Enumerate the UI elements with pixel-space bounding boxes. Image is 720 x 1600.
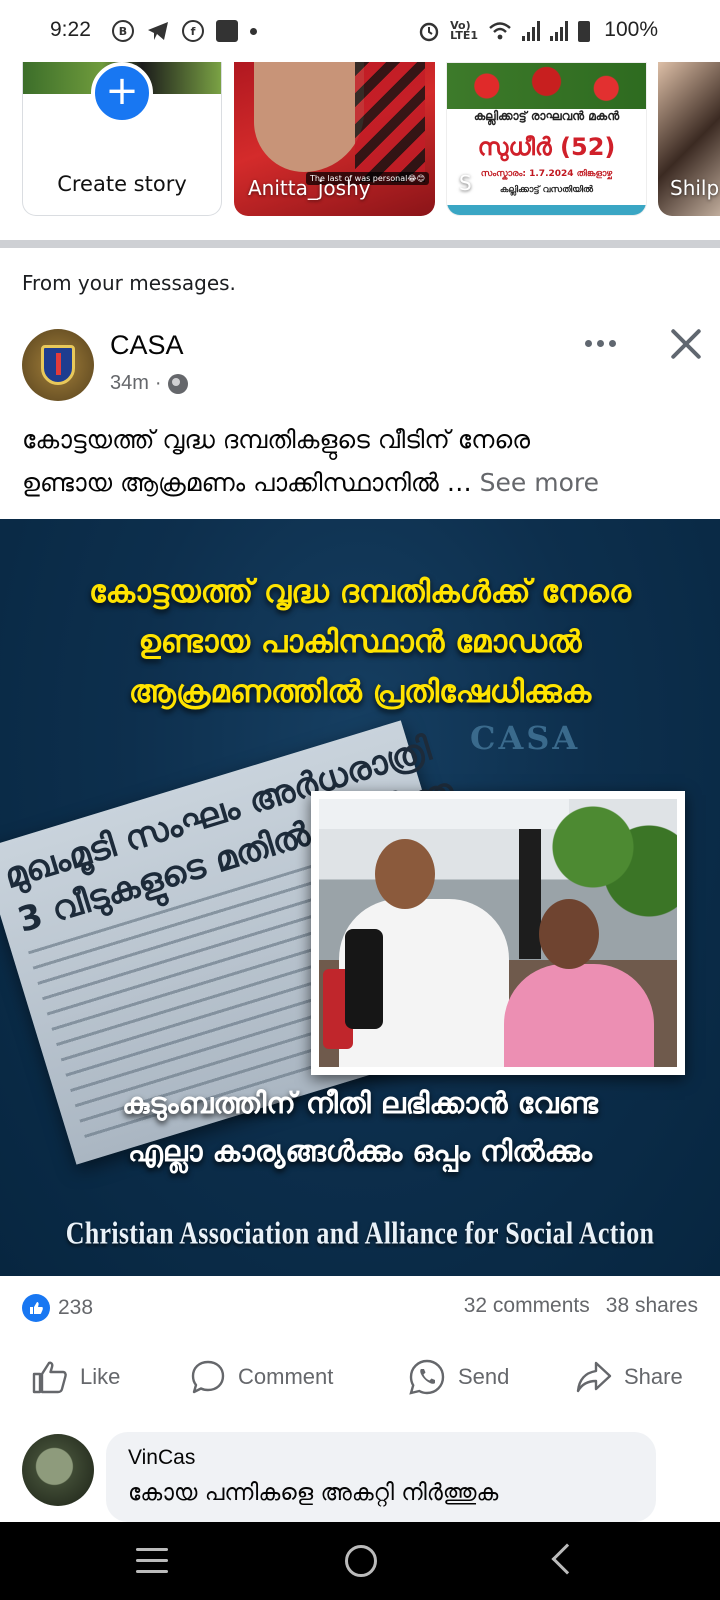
stories-row: + Create story The last of was personal😂… [0, 62, 720, 238]
comment-button[interactable]: Comment [190, 1352, 333, 1402]
more-options-button[interactable] [578, 326, 622, 360]
comment-icon [191, 1360, 225, 1394]
watermark-logo: CASA [470, 719, 581, 757]
casa-logo-icon [41, 345, 75, 385]
send-button[interactable]: Send [408, 1352, 509, 1402]
send-label: Send [458, 1364, 510, 1389]
facebook-icon: f [182, 20, 204, 42]
poster-name: സുധീർ (52) [477, 133, 616, 161]
status-time: 9:22 [50, 18, 91, 41]
status-bar: 9:22 B f Vo) LTE1 100% [0, 0, 720, 62]
microphone-icon [345, 929, 383, 1029]
story-card-shilp[interactable]: Shilp [658, 62, 720, 216]
image-footer: Christian Association and Alliance for S… [65, 1216, 655, 1251]
post-time: 34m [110, 372, 149, 394]
interview-photo [311, 791, 685, 1075]
story-author-name: S [459, 171, 472, 195]
caption-text: ഉണ്ടായ ആക്രമണം പാക്കിസ്ഥാനിൽ … [22, 468, 472, 497]
see-more-link[interactable]: See more [480, 468, 599, 497]
recent-apps-icon[interactable] [136, 1548, 168, 1574]
signal-icon [550, 21, 568, 41]
home-icon[interactable] [345, 1545, 377, 1577]
notification-icons: B f [112, 20, 257, 42]
create-story-label: Create story [57, 172, 187, 196]
post-actions: Like Comment Send Share [0, 1352, 720, 1402]
dot-icon [250, 27, 257, 35]
plus-icon[interactable]: + [91, 62, 153, 124]
android-nav-bar [0, 1522, 720, 1600]
back-icon[interactable] [551, 1543, 583, 1575]
post-author[interactable]: CASA [110, 330, 184, 361]
like-button[interactable]: Like [32, 1352, 120, 1402]
wifi-icon [489, 22, 511, 40]
b-icon: B [112, 20, 134, 42]
story-author-name: Anitta_joshy [248, 176, 371, 200]
volte-icon: Vo) LTE1 [450, 19, 478, 42]
close-icon[interactable] [666, 324, 706, 364]
comment-bubble[interactable]: VinCas കോയ പന്നികളെ അകറ്റി നിർത്തുക [106, 1432, 656, 1522]
like-reaction-icon [22, 1294, 50, 1322]
commenter-name[interactable]: VinCas [128, 1446, 195, 1470]
story-author-name: Shilp [670, 176, 720, 200]
story-card-obituary[interactable]: കല്ലിക്കാട്ട് രാഘവൻ മകൻ സുധീർ (52) സംസ്ക… [446, 62, 647, 216]
thumbs-up-icon [32, 1361, 67, 1394]
page-avatar[interactable] [22, 329, 94, 401]
commenter-avatar[interactable] [22, 1434, 94, 1506]
create-story-card[interactable]: + Create story [22, 62, 222, 216]
system-icons: Vo) LTE1 [418, 20, 590, 42]
reaction-count: 238 [58, 1296, 94, 1319]
post-source-label: From your messages. [22, 271, 236, 295]
telegram-icon [148, 22, 168, 40]
post-image[interactable]: കോട്ടയത്ത് വൃദ്ധ ദമ്പതികൾക്ക് നേരെ ഉണ്ടാ… [0, 519, 720, 1276]
post-meta: 34m · [110, 372, 188, 395]
whatsapp-icon [409, 1359, 445, 1395]
engagement-counts: 32 comments 38 shares [464, 1294, 698, 1318]
share-icon [576, 1361, 612, 1393]
post-caption: കോട്ടയത്ത് വൃദ്ധ ദമ്പതികളുടെ വീടിന് നേരെ… [22, 418, 702, 504]
caption-text: കോട്ടയത്ത് വൃദ്ധ ദമ്പതികളുടെ വീടിന് നേരെ [22, 425, 531, 454]
poster-text: കല്ലിക്കാട്ട് വസതിയിൽ [499, 185, 594, 195]
share-label: Share [624, 1364, 683, 1389]
signal-icon [522, 21, 540, 41]
alarm-icon [419, 22, 439, 42]
reactions-summary[interactable]: 238 [22, 1294, 93, 1322]
poster-text: കല്ലിക്കാട്ട് രാഘവൻ മകൻ [473, 109, 620, 123]
story-card-anitta[interactable]: The last of was personal😂😊 Anitta_joshy [234, 62, 435, 216]
comment-label: Comment [238, 1364, 334, 1389]
image-subtext: കുടുംബത്തിന് നീതി ലഭിക്കാൻ വേണ്ട എല്ലാ ക… [122, 1086, 598, 1168]
globe-icon [167, 373, 188, 394]
battery-icon [578, 20, 590, 42]
comment-text: കോയ പന്നികളെ അകറ്റി നിർത്തുക [128, 1480, 499, 1506]
comments-count[interactable]: 32 comments [464, 1294, 590, 1318]
battery-percent: 100% [604, 18, 658, 41]
section-divider [0, 240, 720, 248]
poster-text: സംസ്കാരം: 1.7.2024 തിങ്കളാഴ്ച [480, 169, 613, 179]
share-button[interactable]: Share [576, 1352, 683, 1402]
flowers-graphic [447, 63, 646, 109]
shares-count[interactable]: 38 shares [606, 1294, 698, 1318]
like-label: Like [80, 1364, 121, 1389]
image-headline: കോട്ടയത്ത് വൃദ്ധ ദമ്പതികൾക്ക് നേരെ ഉണ്ടാ… [88, 574, 632, 710]
mail-icon [216, 20, 238, 42]
